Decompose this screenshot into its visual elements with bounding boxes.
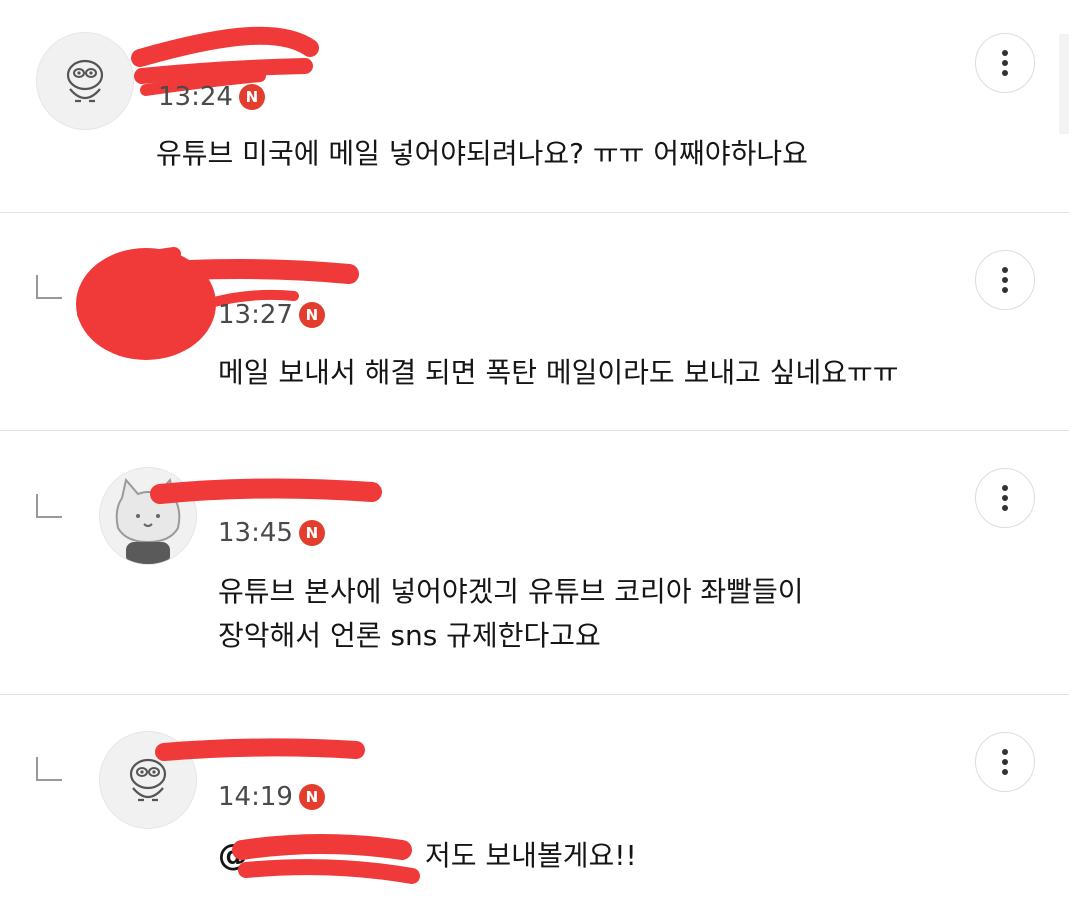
avatar[interactable] [36, 32, 134, 130]
more-vertical-icon [1002, 267, 1008, 273]
more-vertical-icon [1002, 749, 1008, 755]
more-options-button[interactable] [975, 250, 1035, 310]
redacted-mention-name [232, 834, 420, 884]
time-text: 13:45 [218, 518, 293, 548]
time-text: 13:24 [158, 82, 233, 112]
avatar-character-icon [66, 59, 104, 103]
reply-arrow-icon [36, 275, 62, 299]
comment-item: 13:24 N 유튜브 미국에 메일 넣어야되려나요? ㅠㅠ 어째야하나요 [0, 0, 1069, 213]
more-options-button[interactable] [975, 33, 1035, 93]
comment-time: 13:45 N [218, 518, 325, 548]
more-options-button[interactable] [975, 732, 1035, 792]
reply-arrow-icon [36, 757, 62, 781]
comment-item: 13:45 N 유튜브 본사에 넣어야겠긔 유튜브 코리아 좌빨들이 장악해서 … [0, 430, 1069, 695]
new-badge-icon: N [298, 520, 325, 546]
comment-item: 13:27 N 메일 보내서 해결 되면 폭탄 메일이라도 보내고 싶네요ㅠㅠ [0, 212, 1069, 431]
comment-text: 저도 보내볼게요!! [425, 839, 637, 872]
more-vertical-icon [1002, 485, 1008, 491]
reply-arrow-icon [36, 494, 62, 518]
redacted-username [155, 738, 365, 761]
more-options-button[interactable] [975, 468, 1035, 528]
comment-time: 13:24 N [158, 82, 265, 112]
comment-text: 유튜브 본사에 넣어야겠긔 유튜브 코리아 좌빨들이 장악해서 언론 sns 규… [218, 575, 804, 652]
comment-text: 메일 보내서 해결 되면 폭탄 메일이라도 보내고 싶네요ㅠㅠ [218, 356, 899, 389]
comment-text: 유튜브 미국에 메일 넣어야되려나요? ㅠㅠ 어째야하나요 [156, 137, 808, 170]
more-vertical-icon [1002, 50, 1008, 56]
new-badge-icon: N [238, 84, 265, 110]
comment-time: 13:27 N [218, 300, 325, 330]
comment-item: 14:19 N @ 저도 보내볼게요!! [0, 694, 1069, 899]
new-badge-icon: N [298, 784, 325, 810]
new-badge-icon: N [298, 302, 325, 328]
comment-time: 14:19 N [218, 782, 325, 812]
redacted-username [150, 478, 382, 504]
time-text: 13:27 [218, 300, 293, 330]
time-text: 14:19 [218, 782, 293, 812]
